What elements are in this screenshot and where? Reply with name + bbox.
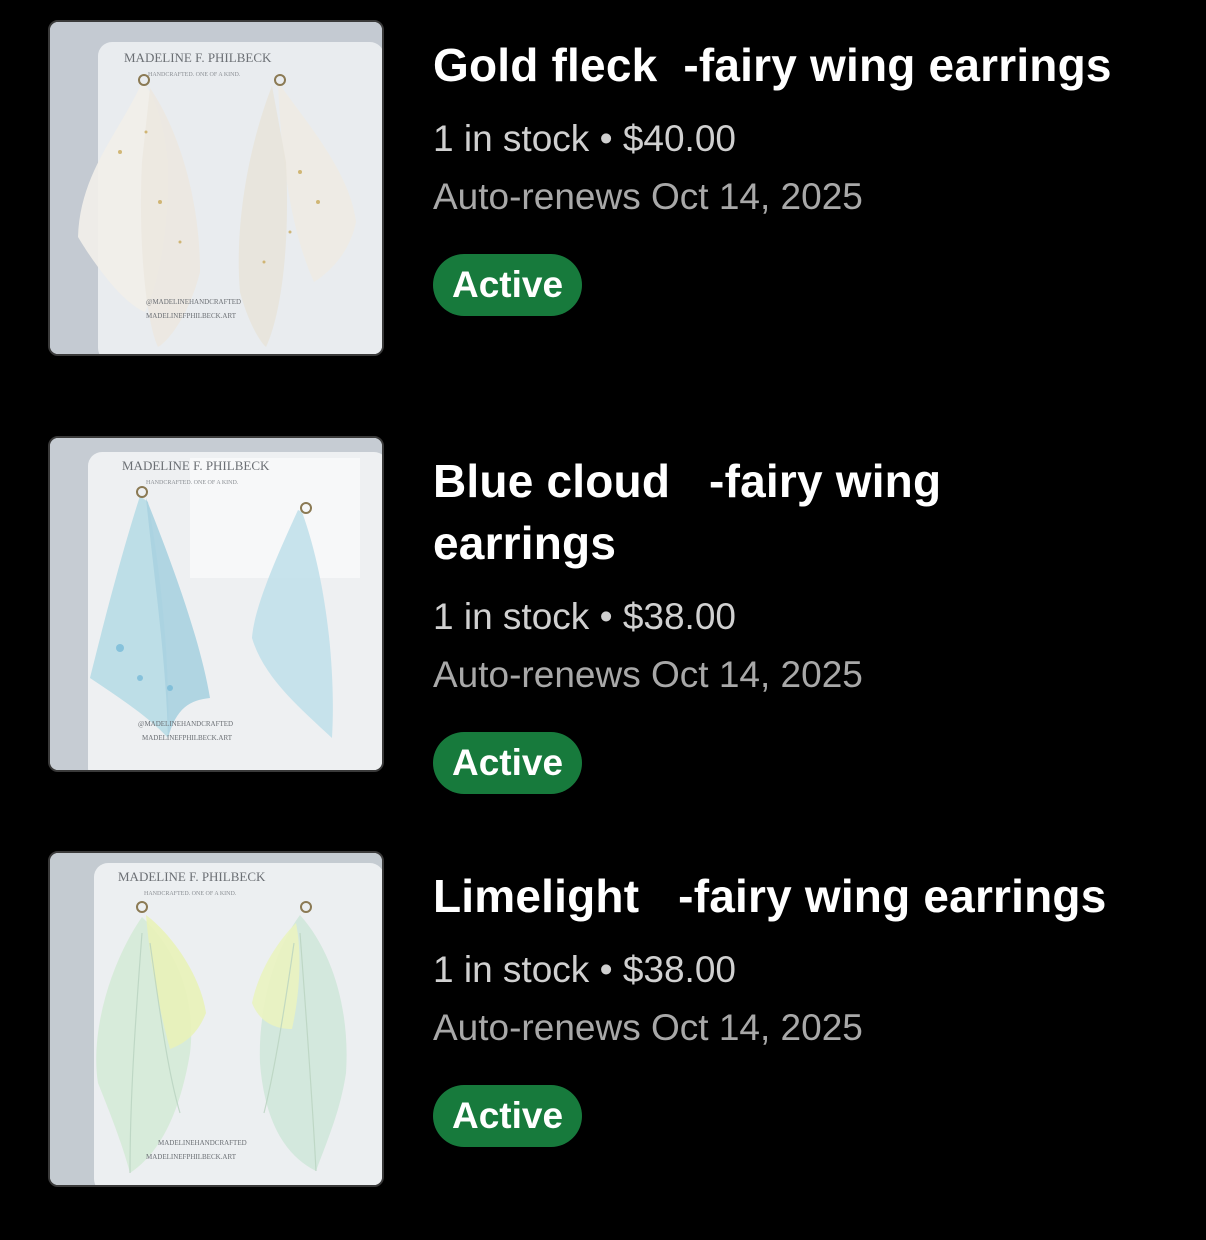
price: $40.00 [622,118,736,159]
status-badge: Active [433,254,583,316]
listing-thumbnail[interactable]: MADELINE F. PHILBECK HANDCRAFTED. ONE OF… [48,436,384,772]
stock-count: 1 in stock [433,596,590,637]
earring-photo: MADELINE F. PHILBECK HANDCRAFTED. ONE OF… [50,438,382,770]
card-tagline: HANDCRAFTED. ONE OF A KIND. [144,891,237,897]
price: $38.00 [622,596,736,637]
card-tagline: HANDCRAFTED. ONE OF A KIND. [146,480,239,486]
listing-info: Gold fleck -fairy wing earrings 1 in sto… [433,20,1173,316]
card-handle: @MADELINEHANDCRAFTED [138,720,233,728]
card-handle: @MADELINEHANDCRAFTED [146,298,241,306]
listing-item[interactable]: MADELINE F. PHILBECK HANDCRAFTED. ONE OF… [0,851,1206,1191]
card-site: MADELINEFPHILBECK.ART [142,734,233,742]
listing-item[interactable]: MADELINE F. PHILBECK HANDCRAFTED. ONE OF… [0,20,1206,360]
card-tagline: HANDCRAFTED. ONE OF A KIND. [148,72,241,78]
separator-dot: • [599,118,613,159]
price: $38.00 [622,949,736,990]
stock-price: 1 in stock • $38.00 [433,588,1173,646]
card-handle: MADELINEHANDCRAFTED [158,1139,247,1147]
stock-price: 1 in stock • $38.00 [433,941,1173,999]
listing-title[interactable]: Limelight -fairy wing earrings [433,865,1173,927]
renew-date: Auto-renews Oct 14, 2025 [433,176,863,217]
listing-title[interactable]: Gold fleck -fairy wing earrings [433,34,1173,96]
stock-count: 1 in stock [433,118,590,159]
status-badge: Active [433,732,583,794]
earring-photo: MADELINE F. PHILBECK HANDCRAFTED. ONE OF… [50,22,382,354]
earring-photo: MADELINE F. PHILBECK HANDCRAFTED. ONE OF… [50,853,382,1185]
stock-count: 1 in stock [433,949,590,990]
listing-thumbnail[interactable]: MADELINE F. PHILBECK HANDCRAFTED. ONE OF… [48,851,384,1187]
separator-dot: • [599,949,613,990]
listing-thumbnail[interactable]: MADELINE F. PHILBECK HANDCRAFTED. ONE OF… [48,20,384,356]
card-site: MADELINEFPHILBECK.ART [146,312,237,320]
listing-item[interactable]: MADELINE F. PHILBECK HANDCRAFTED. ONE OF… [0,436,1206,794]
card-site: MADELINEFPHILBECK.ART [146,1153,237,1161]
separator-dot: • [599,596,613,637]
listing-info: Limelight -fairy wing earrings 1 in stoc… [433,851,1173,1147]
card-brand: MADELINE F. PHILBECK [118,869,266,884]
card-brand: MADELINE F. PHILBECK [124,50,272,65]
stock-price: 1 in stock • $40.00 [433,110,1173,168]
renew-date: Auto-renews Oct 14, 2025 [433,1007,863,1048]
listing-title[interactable]: Blue cloud -fairy wing earrings [433,450,1033,574]
renew-date: Auto-renews Oct 14, 2025 [433,654,863,695]
card-brand: MADELINE F. PHILBECK [122,458,270,473]
status-badge: Active [433,1085,583,1147]
listing-info: Blue cloud -fairy wing earrings 1 in sto… [433,436,1173,794]
